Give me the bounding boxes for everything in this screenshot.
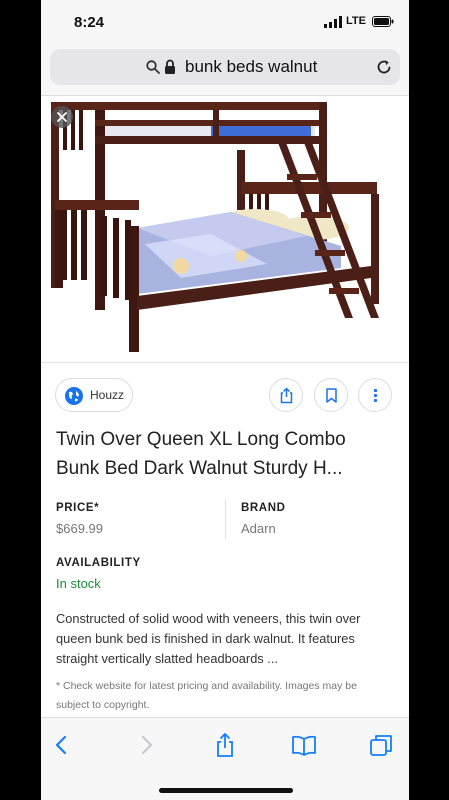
tabs-icon[interactable] [368, 732, 394, 758]
brand-label: BRAND [241, 502, 286, 514]
more-vert-icon [373, 388, 378, 403]
more-options-button[interactable] [358, 378, 392, 412]
price-value: $669.99 [56, 521, 103, 536]
share-icon [280, 387, 293, 404]
bookmark-icon [326, 388, 337, 403]
address-bar-area: bunk beds walnut [41, 44, 409, 96]
product-card: Houzz Twin Over Queen XL Long Combo Bunk… [41, 362, 409, 718]
availability-value: In stock [56, 576, 101, 591]
home-indicator [159, 788, 293, 793]
reload-icon[interactable] [376, 59, 392, 75]
network-type: LTE [346, 15, 366, 27]
lock-icon [165, 59, 175, 74]
divider [225, 499, 226, 539]
price-label: PRICE* [56, 502, 100, 514]
browser-toolbar [41, 717, 409, 800]
share-icon[interactable] [212, 732, 238, 758]
globe-icon [65, 387, 83, 405]
forward-icon[interactable] [133, 732, 159, 758]
bookmark-button[interactable] [314, 378, 348, 412]
search-icon [146, 60, 160, 74]
product-description: Constructed of solid wood with veneers, … [56, 611, 361, 666]
address-bar[interactable]: bunk beds walnut [50, 49, 400, 85]
share-button[interactable] [269, 378, 303, 412]
availability-label: AVAILABILITY [56, 557, 141, 569]
brand-value: Adarn [241, 521, 276, 536]
battery-icon [372, 16, 394, 27]
status-bar: 8:24 LTE [41, 0, 409, 44]
product-title[interactable]: Twin Over Queen XL Long Combo Bunk Bed D… [56, 425, 376, 483]
close-icon[interactable] [51, 106, 73, 128]
back-icon[interactable] [49, 732, 75, 758]
bunk-bed-illustration [51, 102, 379, 352]
source-name: Houzz [90, 388, 125, 402]
product-image[interactable] [41, 96, 409, 362]
source-chip[interactable]: Houzz [55, 378, 133, 412]
phone-screen: 8:24 LTE bunk beds walnut Houzz Twin Ove… [41, 0, 409, 800]
signal-icon [324, 16, 342, 28]
disclaimer: * Check website for latest pricing and a… [56, 680, 357, 711]
address-text: bunk beds walnut [185, 57, 318, 76]
bookmarks-icon[interactable] [291, 732, 317, 758]
status-time: 8:24 [74, 14, 105, 31]
